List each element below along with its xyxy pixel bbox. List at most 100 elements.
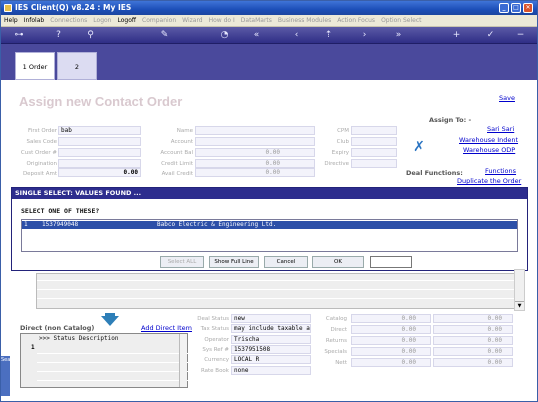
prev-icon[interactable]: ‹ bbox=[291, 30, 302, 41]
values-list[interactable]: 1 1537949048 Babco Electric & Engineerin… bbox=[21, 219, 518, 252]
functions-link[interactable]: Functions bbox=[485, 167, 516, 175]
menu-option-select[interactable]: Option Select bbox=[378, 15, 424, 27]
menu-datamarts[interactable]: DataMarts bbox=[238, 15, 275, 27]
deposit-field[interactable]: 0.00 bbox=[58, 168, 141, 177]
row-name: Babco Electric & Engineering Ltd. bbox=[157, 221, 277, 228]
add-direct-item-link[interactable]: Add Direct Item bbox=[141, 324, 192, 332]
show-full-line-button[interactable]: Show Full Line bbox=[209, 256, 259, 268]
list-row-number: 1 bbox=[31, 344, 35, 351]
up-icon[interactable]: ⇡ bbox=[323, 30, 334, 41]
menu-logon[interactable]: Logon bbox=[90, 15, 114, 27]
name-field[interactable] bbox=[195, 126, 315, 135]
assign-warehouse-odp-link[interactable]: Warehouse ODP bbox=[463, 146, 515, 154]
menu-how-do-i[interactable]: How do I bbox=[206, 15, 238, 27]
catalog-total-b: 0.00 bbox=[433, 314, 513, 323]
sales-code-field[interactable] bbox=[58, 137, 141, 146]
next-icon[interactable]: › bbox=[359, 30, 370, 41]
grid-scrollbar[interactable]: ▼ bbox=[514, 269, 525, 311]
club-field[interactable] bbox=[351, 137, 397, 146]
nett-label: Nett bbox=[335, 360, 347, 366]
cancel-button[interactable]: Cancel bbox=[264, 256, 308, 268]
first-icon[interactable]: « bbox=[251, 30, 262, 41]
menu-wizard[interactable]: Wizard bbox=[179, 15, 205, 27]
cpm-field[interactable] bbox=[351, 126, 397, 135]
dialog-title-gap bbox=[12, 199, 527, 203]
menu-help[interactable]: Help bbox=[1, 15, 21, 27]
menu-connections[interactable]: Connections bbox=[47, 15, 90, 27]
menu-logoff[interactable]: Logoff bbox=[114, 15, 139, 27]
row-code: 1537949048 bbox=[42, 221, 79, 228]
list-line bbox=[37, 353, 197, 354]
dialog-input[interactable] bbox=[370, 256, 412, 268]
account-field[interactable] bbox=[195, 137, 315, 146]
row-number: 1 bbox=[24, 221, 28, 228]
items-grid[interactable] bbox=[36, 273, 515, 309]
cpm-label: CPM bbox=[337, 128, 349, 134]
confirm-icon[interactable]: ✓ bbox=[485, 30, 496, 41]
cust-order-field[interactable] bbox=[58, 148, 141, 157]
save-link[interactable]: Save bbox=[499, 94, 515, 102]
tab-strip: 1 Order 2 Comment bbox=[1, 44, 537, 99]
direct-label: Direct bbox=[330, 327, 347, 333]
edit-icon[interactable]: ✎ bbox=[159, 30, 170, 41]
dialog-prompt: SELECT ONE OF THESE? bbox=[21, 207, 100, 215]
add-icon[interactable]: + bbox=[451, 30, 462, 41]
close-button[interactable]: ✕ bbox=[523, 3, 533, 13]
scroll-down-icon[interactable]: ▼ bbox=[515, 301, 524, 310]
list-line bbox=[37, 371, 197, 372]
tools-icon[interactable]: ✗ bbox=[409, 138, 429, 156]
menu-companion[interactable]: Companion bbox=[139, 15, 179, 27]
direct-items-list[interactable]: >>> Status Description 1 bbox=[20, 333, 197, 388]
select-all-button[interactable]: Select ALL bbox=[160, 256, 204, 268]
returns-total-a: 0.00 bbox=[351, 336, 431, 345]
list-line bbox=[37, 380, 197, 381]
credit-limit-label: Credit Limit bbox=[161, 161, 193, 167]
tax-status-label: Tax Status bbox=[200, 326, 229, 332]
help-icon[interactable]: ? bbox=[53, 30, 64, 41]
sales-code-label: Sales Code bbox=[26, 139, 57, 145]
side-search-tab[interactable]: Sea bbox=[1, 356, 10, 396]
name-label: Name bbox=[176, 128, 193, 134]
delete-icon[interactable]: − bbox=[515, 30, 526, 41]
operator-label: Operator bbox=[204, 337, 229, 343]
first-order-field[interactable]: bab bbox=[58, 126, 141, 135]
currency-field: LOCAL R bbox=[231, 355, 311, 364]
assign-warehouse-indent-link[interactable]: Warehouse Indent bbox=[459, 136, 518, 144]
menu-business-modules[interactable]: Business Modules bbox=[275, 15, 334, 27]
direct-total-a: 0.00 bbox=[351, 325, 431, 334]
ok-button[interactable]: OK bbox=[312, 256, 364, 268]
search-icon[interactable]: ⚲ bbox=[85, 30, 96, 41]
list-item[interactable]: 1 1537949048 Babco Electric & Engineerin… bbox=[22, 221, 517, 229]
menu-infolab[interactable]: Infolab bbox=[21, 15, 48, 27]
account-label: Account bbox=[170, 139, 193, 145]
directive-field[interactable] bbox=[351, 159, 397, 168]
avail-credit-label: Avail Credit bbox=[161, 171, 193, 177]
directive-label: Directive bbox=[324, 161, 349, 167]
tab-comment[interactable]: 2 Comment bbox=[57, 52, 97, 99]
key-icon[interactable]: ⊶ bbox=[11, 30, 27, 41]
assign-sari-sari-link[interactable]: Sari Sari bbox=[487, 125, 514, 133]
app-icon bbox=[4, 4, 12, 12]
last-icon[interactable]: » bbox=[393, 30, 404, 41]
minimize-button[interactable]: _ bbox=[499, 3, 509, 13]
direct-section-title: Direct (non Catalog) bbox=[20, 324, 95, 332]
duplicate-order-link[interactable]: Duplicate the Order bbox=[457, 177, 521, 185]
account-bal-label: Account Bal bbox=[160, 150, 193, 156]
account-bal-field: 0.00 bbox=[195, 148, 315, 157]
menu-action-focus[interactable]: Action Focus bbox=[334, 15, 378, 27]
assign-to-heading: Assign To: - bbox=[429, 116, 472, 124]
stop-icon[interactable]: ◔ bbox=[219, 30, 230, 41]
expiry-field[interactable] bbox=[351, 148, 397, 157]
deal-functions-heading: Deal Functions: bbox=[406, 169, 463, 177]
menu-bar: Help Infolab Connections Logon Logoff Compani… bbox=[1, 15, 537, 27]
tab-order[interactable]: 1 Order bbox=[15, 52, 55, 80]
specials-label: Specials bbox=[324, 349, 347, 355]
window-title: IES Client(Q) v8.24 : My IES bbox=[15, 3, 132, 12]
list-scrollbar[interactable] bbox=[179, 334, 187, 387]
maximize-button[interactable]: □ bbox=[511, 3, 521, 13]
sys-ref-label: Sys Ref # bbox=[202, 347, 229, 353]
down-arrow-icon[interactable] bbox=[101, 316, 119, 326]
catalog-total-a: 0.00 bbox=[351, 314, 431, 323]
origination-field[interactable] bbox=[58, 159, 141, 168]
page-title: Assign new Contact Order bbox=[19, 94, 183, 109]
